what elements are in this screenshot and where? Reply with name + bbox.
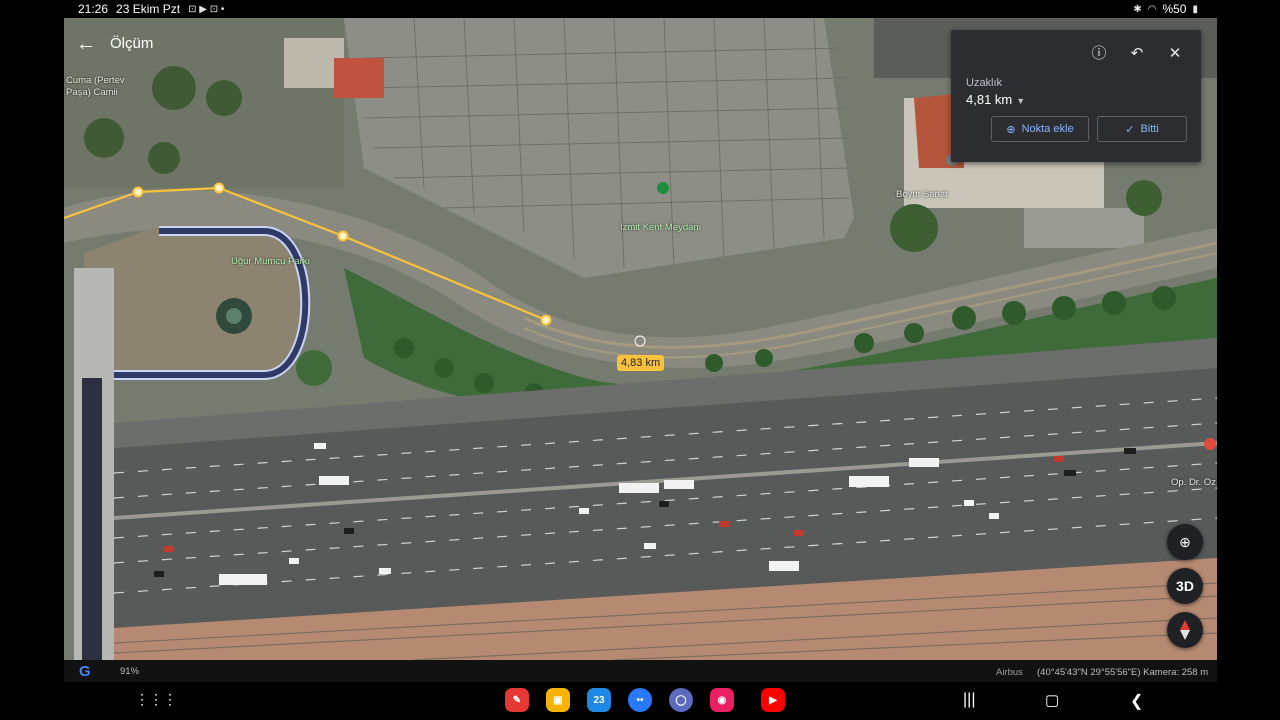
distance-value: 4,81 km — [966, 92, 1013, 107]
notification-icons: ⊡ ▶ ⊡ • — [188, 3, 225, 15]
battery-icon: ▮ — [1192, 3, 1198, 15]
check-icon: ✓ — [1125, 123, 1135, 136]
compass-icon — [1180, 620, 1190, 640]
google-logo-icon: G — [79, 663, 91, 680]
camera-app-icon[interactable]: ◉ — [710, 688, 734, 712]
my-location-button[interactable]: ⊕ — [1167, 524, 1203, 560]
back-arrow-icon[interactable]: ← — [74, 32, 98, 56]
imagery-attribution: Airbus — [996, 667, 1023, 678]
undo-icon[interactable]: ↶ — [1125, 44, 1149, 64]
home-icon[interactable]: ▢ — [1045, 691, 1059, 709]
add-circle-icon: ⊕ — [1006, 123, 1016, 136]
square-label: İzmit Kent Meydanı — [620, 222, 702, 233]
battery-level: %50 — [1162, 2, 1187, 16]
segment-distance-label: 4,83 km — [617, 355, 665, 371]
compass-button[interactable] — [1167, 612, 1203, 648]
done-button[interactable]: ✓ Bitti — [1097, 116, 1187, 142]
back-nav-icon[interactable]: ❮ — [1130, 691, 1143, 711]
app-drawer-icon[interactable]: ⋮⋮⋮ — [135, 691, 177, 708]
wifi-icon: ◠ — [1147, 3, 1157, 15]
coordinates-readout: (40°45'43"N 29°55'56"E) Kamera: 258 m — [1037, 667, 1209, 678]
shop-label: Boyut Sanat — [896, 189, 948, 200]
status-date: 23 Ekim Pzt — [116, 2, 181, 16]
toggle-3d-button[interactable]: 3D — [1167, 568, 1203, 604]
help-icon[interactable]: ⓘ — [1087, 44, 1111, 64]
status-time: 21:26 — [78, 2, 109, 16]
distance-unit-dropdown[interactable]: 4,81 km ▼ — [966, 92, 1025, 107]
add-point-button[interactable]: ⊕ Nokta ekle — [991, 116, 1089, 142]
recent-apps-icon[interactable]: ||| — [963, 691, 975, 709]
notes-app-icon[interactable]: ✎ — [505, 688, 529, 712]
distance-label: Uzaklık — [966, 77, 1003, 89]
youtube-app-icon[interactable]: ▶ — [761, 688, 785, 712]
messages-app-icon[interactable]: •• — [628, 688, 652, 712]
map-info-strip: G 91% Airbus (40°45'43"N 29°55'56"E) Kam… — [64, 660, 1217, 682]
measure-panel: ⓘ ↶ ✕ Uzaklık 4,81 km ▼ ⊕ Nokta ekle ✓ Bi… — [951, 30, 1201, 162]
add-point-label: Nokta ekle — [1021, 123, 1074, 135]
clinic-label: Op. Dr. Oz — [1171, 477, 1216, 488]
three-d-label: 3D — [1176, 578, 1194, 594]
mosque-label-line2: Paşa) Camii — [66, 87, 118, 98]
status-bar: 21:26 23 Ekim Pzt ⊡ ▶ ⊡ • ✱ ◠ %50 ▮ — [0, 0, 1280, 18]
done-label: Bitti — [1140, 123, 1159, 135]
calendar-app-icon[interactable]: 23 — [587, 688, 611, 712]
bluetooth-icon: ✱ — [1133, 3, 1142, 15]
park-label: Uğur Mumcu Parkı — [231, 256, 311, 267]
page-title: Ölçüm — [110, 35, 154, 52]
dropdown-caret-icon: ▼ — [1016, 96, 1026, 106]
browser-app-icon[interactable]: ◯ — [669, 688, 693, 712]
crosshair-icon: ⊕ — [1179, 533, 1191, 550]
mosque-label-line1: Cuma (Pertev — [66, 75, 125, 86]
close-icon[interactable]: ✕ — [1163, 44, 1187, 64]
zoom-level: 91% — [120, 666, 140, 677]
system-nav-bar: ⋮⋮⋮ ✎ ▣ 23 •• ◯ ◉ ▶ ||| ▢ ❮ — [0, 682, 1280, 720]
files-app-icon[interactable]: ▣ — [546, 688, 570, 712]
